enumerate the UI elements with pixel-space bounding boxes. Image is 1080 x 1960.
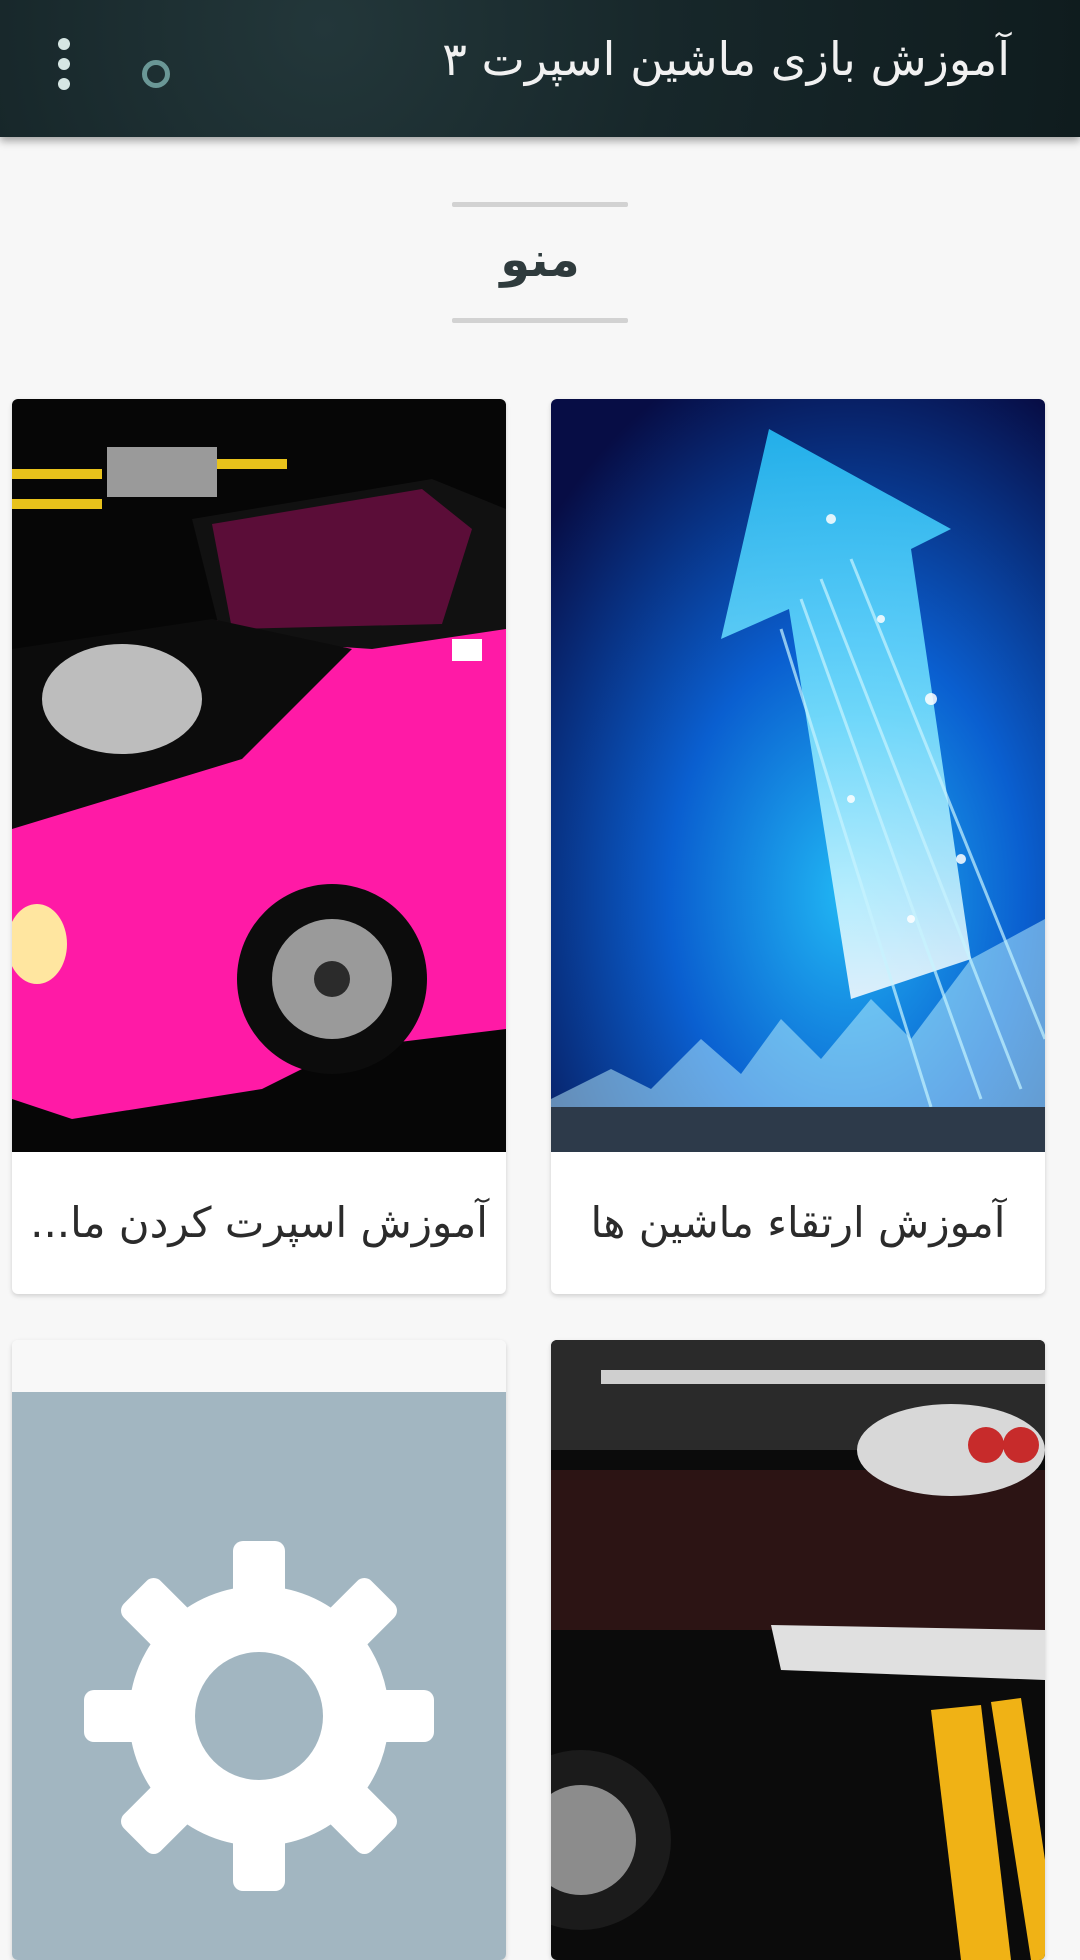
blue-upgrade-arrow-image xyxy=(551,399,1045,1152)
more-vert-icon[interactable] xyxy=(52,38,76,94)
app-bar: آموزش بازی ماشین اسپرت ۳ xyxy=(0,0,1080,137)
settings-gear-image xyxy=(12,1392,506,1960)
menu-card-sport[interactable]: آموزش اسپرت کردن ما... xyxy=(12,399,506,1294)
card-label: آموزش اسپرت کردن ما... xyxy=(30,1198,488,1247)
pink-sport-car-image xyxy=(12,399,506,1152)
menu-card-muscle[interactable] xyxy=(551,1340,1045,1960)
circle-outline-icon[interactable] xyxy=(142,60,170,88)
card-top-strip xyxy=(12,1340,506,1392)
card-label: آموزش ارتقاء ماشین ها xyxy=(590,1198,1006,1247)
menu-card-settings[interactable] xyxy=(12,1340,506,1960)
menu-card-upgrade[interactable]: آموزش ارتقاء ماشین ها xyxy=(551,399,1045,1294)
section-divider-top xyxy=(452,202,628,207)
black-muscle-car-image xyxy=(551,1340,1045,1960)
section-divider-bottom xyxy=(452,318,628,323)
section-title: منو xyxy=(500,232,580,288)
app-title: آموزش بازی ماشین اسپرت ۳ xyxy=(442,32,1010,86)
